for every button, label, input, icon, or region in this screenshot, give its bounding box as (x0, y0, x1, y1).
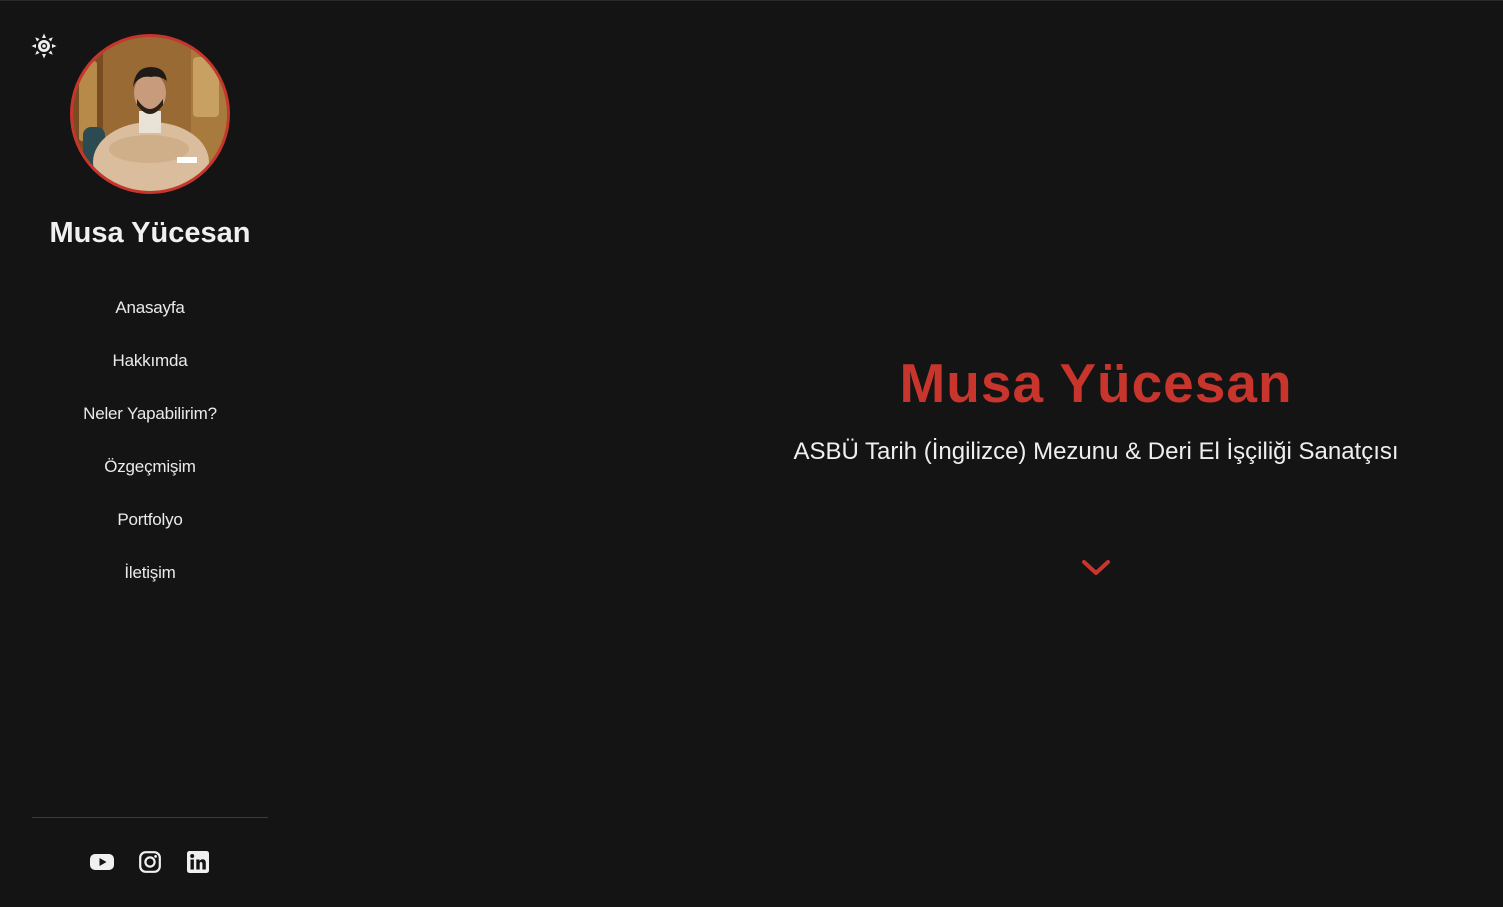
youtube-link[interactable] (89, 849, 115, 875)
nav-link-anasayfa[interactable]: Anasayfa (115, 298, 184, 318)
sidebar-name: Musa Yücesan (49, 217, 251, 249)
sidebar: Musa Yücesan Anasayfa Hakkımda Neler Yap… (0, 1, 300, 907)
nav-item-hakkimda: Hakkımda (0, 334, 300, 387)
nav-link-neler-yapabilirim[interactable]: Neler Yapabilirim? (83, 404, 217, 424)
nav-link-hakkimda[interactable]: Hakkımda (113, 351, 188, 371)
page: Musa Yücesan Anasayfa Hakkımda Neler Yap… (0, 0, 1503, 907)
instagram-icon (139, 851, 161, 873)
chevron-down-icon (1082, 560, 1110, 575)
hero-subtitle: ASBÜ Tarih (İngilizce) Mezunu & Deri El … (793, 438, 1399, 465)
youtube-icon (90, 854, 114, 870)
nav-item-neler-yapabilirim: Neler Yapabilirim? (0, 387, 300, 440)
nav-item-anasayfa: Anasayfa (0, 281, 300, 334)
linkedin-icon (187, 851, 209, 873)
linkedin-link[interactable] (185, 849, 211, 875)
nav-link-portfolyo[interactable]: Portfolyo (117, 510, 182, 530)
instagram-link[interactable] (137, 849, 163, 875)
sidebar-divider (32, 817, 268, 818)
hero-title: Musa Yücesan (899, 352, 1293, 414)
nav-item-ozgecmisim: Özgeçmişim (0, 440, 300, 493)
sidebar-nav: Anasayfa Hakkımda Neler Yapabilirim? Özg… (0, 281, 300, 599)
hero-section: Musa Yücesan ASBÜ Tarih (İngilizce) Mezu… (690, 341, 1502, 467)
nav-link-iletisim[interactable]: İletişim (124, 563, 175, 583)
sun-icon (31, 33, 57, 59)
nav-link-ozgecmisim[interactable]: Özgeçmişim (104, 457, 196, 477)
theme-toggle-button[interactable] (31, 33, 57, 59)
social-links (0, 849, 300, 875)
avatar (70, 34, 230, 194)
nav-item-portfolyo: Portfolyo (0, 493, 300, 546)
profile-photo (73, 37, 227, 191)
nav-item-iletisim: İletişim (0, 546, 300, 599)
scroll-down-button[interactable] (1080, 554, 1112, 582)
